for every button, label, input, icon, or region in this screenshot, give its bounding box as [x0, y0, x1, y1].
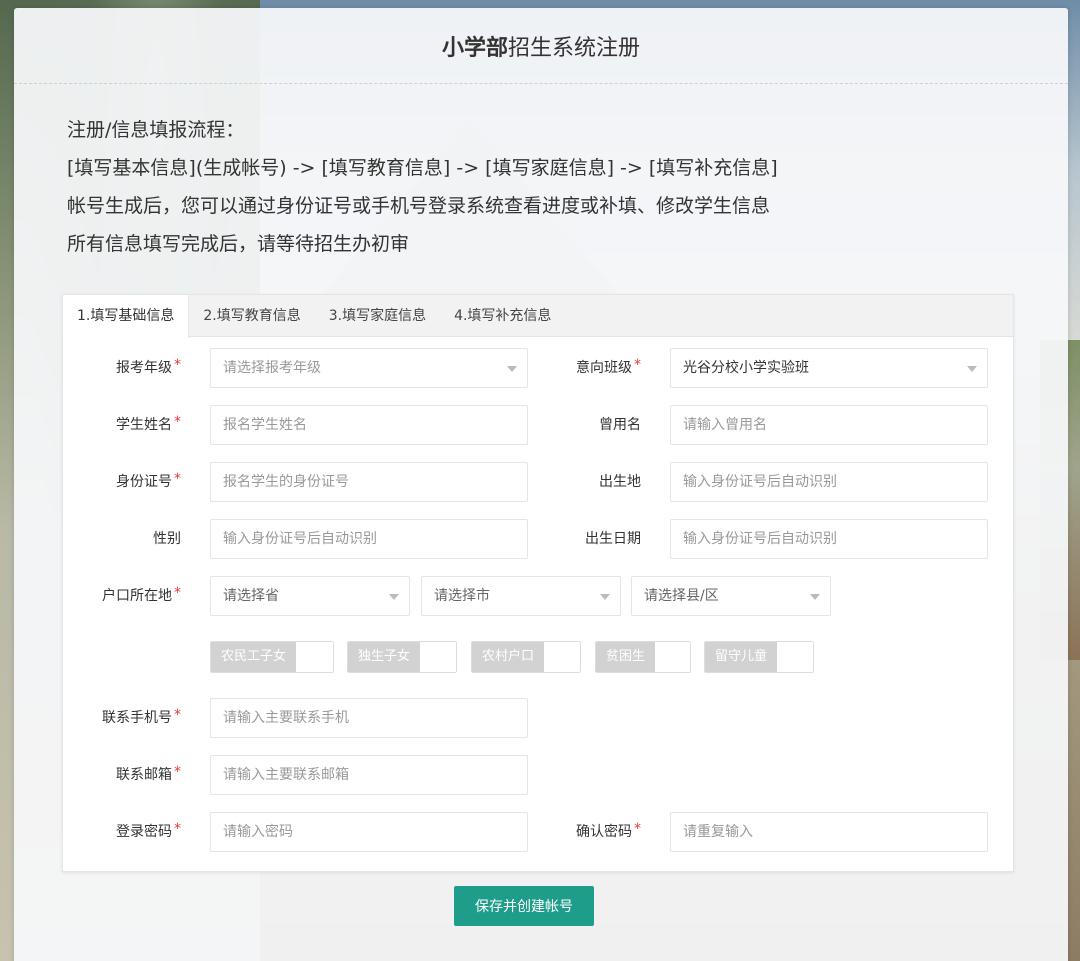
only-child-switch[interactable]: 独生子女: [347, 641, 457, 673]
left-behind-child-switch[interactable]: 留守儿童: [704, 641, 814, 673]
email-input[interactable]: 请输入主要联系邮箱: [210, 755, 528, 795]
intro-line: [填写基本信息](生成帐号) -> [填写教育信息] -> [填写家庭信息] -…: [67, 157, 778, 179]
tab-basic-info[interactable]: 1.填写基础信息: [63, 295, 190, 338]
gender-input[interactable]: 输入身份证号后自动识别: [210, 519, 528, 559]
poor-student-switch[interactable]: 贫困生: [595, 641, 691, 673]
confirm-password-label: 确认密码 *: [576, 821, 641, 840]
page-title-bold: 小学部: [441, 35, 508, 61]
student-name-input[interactable]: 报名学生姓名: [210, 405, 528, 445]
intended-class-select[interactable]: 光谷分校小学实验班: [670, 348, 988, 388]
page-title: 小学部 招生系统注册: [14, 8, 1068, 84]
student-name-label: 学生姓名 *: [116, 414, 181, 433]
tab-family-info[interactable]: 3.填写家庭信息: [315, 295, 440, 336]
phone-label: 联系手机号 *: [102, 707, 181, 726]
city-select[interactable]: 请选择市: [421, 576, 621, 616]
password-input[interactable]: 请输入密码: [210, 812, 528, 852]
household-label: 户口所在地 *: [102, 585, 181, 604]
phone-input[interactable]: 请输入主要联系手机: [210, 698, 528, 738]
password-label: 登录密码 *: [116, 821, 181, 840]
rural-household-switch[interactable]: 农村户口: [471, 641, 581, 673]
registration-panel: 小学部 招生系统注册 注册/信息填报流程： [填写基本信息](生成帐号) -> […: [14, 8, 1068, 961]
county-select[interactable]: 请选择县/区: [631, 576, 831, 616]
intro-text: 注册/信息填报流程： [填写基本信息](生成帐号) -> [填写教育信息] ->…: [67, 111, 778, 263]
intro-line: 注册/信息填报流程：: [67, 119, 245, 141]
birth-date-label: 出生日期: [585, 531, 641, 547]
birthplace-label: 出生地: [599, 474, 641, 490]
birthplace-input[interactable]: 输入身份证号后自动识别: [670, 462, 988, 502]
tab-supplementary-info[interactable]: 4.填写补充信息: [440, 295, 565, 336]
id-number-input[interactable]: 报名学生的身份证号: [210, 462, 528, 502]
chevron-down-icon: [967, 366, 977, 372]
chevron-down-icon: [507, 366, 517, 372]
migrant-worker-child-switch[interactable]: 农民工子女: [210, 641, 334, 673]
grade-label: 报考年级 *: [116, 357, 181, 376]
province-select[interactable]: 请选择省: [210, 576, 410, 616]
intended-class-label: 意向班级 *: [576, 357, 641, 376]
chevron-down-icon: [810, 594, 820, 600]
form-card: 1.填写基础信息 2.填写教育信息 3.填写家庭信息 4.填写补充信息 报考年级…: [62, 294, 1014, 872]
former-name-input[interactable]: 请输入曾用名: [670, 405, 988, 445]
intro-line: 帐号生成后，您可以通过身份证号或手机号登录系统查看进度或补填、修改学生信息: [67, 195, 771, 217]
confirm-password-input[interactable]: 请重复输入: [670, 812, 988, 852]
chevron-down-icon: [600, 594, 610, 600]
page-title-rest: 招生系统注册: [508, 35, 641, 61]
birth-date-input[interactable]: 输入身份证号后自动识别: [670, 519, 988, 559]
intro-line: 所有信息填写完成后，请等待招生办初审: [67, 233, 410, 255]
tab-education-info[interactable]: 2.填写教育信息: [189, 295, 314, 336]
id-number-label: 身份证号 *: [116, 471, 181, 490]
tab-bar: 1.填写基础信息 2.填写教育信息 3.填写家庭信息 4.填写补充信息: [63, 295, 1013, 338]
email-label: 联系邮箱 *: [116, 764, 181, 783]
save-and-create-account-button[interactable]: 保存并创建帐号: [454, 886, 594, 926]
gender-label: 性别: [153, 531, 181, 547]
former-name-label: 曾用名: [599, 417, 641, 433]
chevron-down-icon: [389, 594, 399, 600]
grade-select[interactable]: 请选择报考年级: [210, 348, 528, 388]
